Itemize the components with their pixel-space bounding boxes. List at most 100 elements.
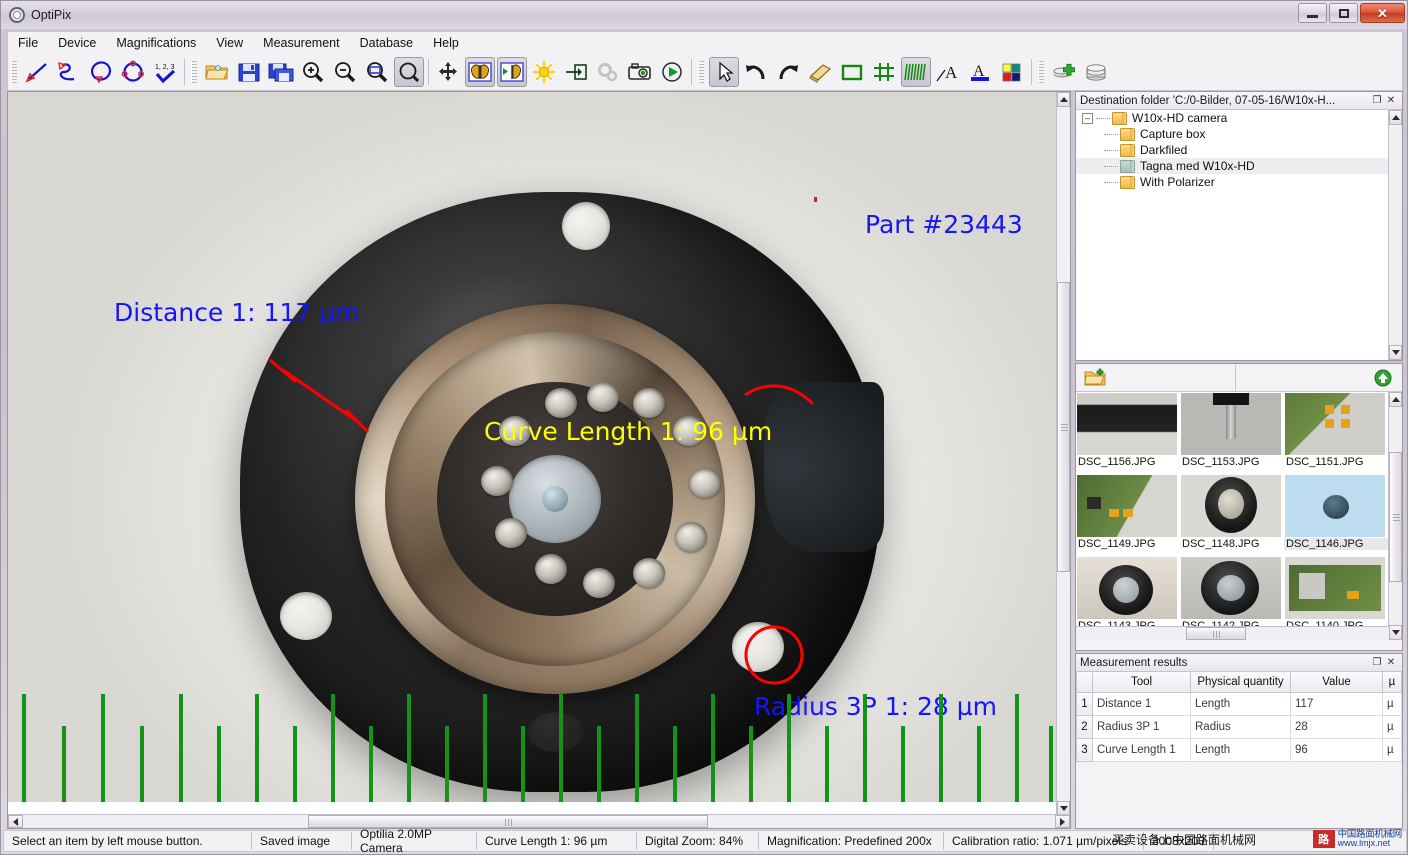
image-canvas[interactable]: Part #23443 Distance 1: 117 µm Curve Len… [7, 91, 1071, 829]
toolbar-grip[interactable] [11, 60, 17, 83]
curve-length-tool[interactable] [54, 57, 84, 87]
thumbnail-item[interactable]: DSC_1149.JPG [1076, 474, 1180, 556]
results-table-container[interactable]: Tool Physical quantity Value µ 1 Distanc… [1076, 672, 1402, 762]
scroll-up-button[interactable] [1057, 92, 1070, 107]
thumbs-scroll-thumb[interactable] [1389, 452, 1402, 582]
maximize-button[interactable] [1329, 3, 1358, 23]
table-row[interactable]: 3 Curve Length 1 Length 96 µ [1076, 737, 1402, 762]
close-button[interactable]: ✕ [1360, 3, 1405, 23]
thumbs-h-scroll-thumb[interactable] [1186, 627, 1246, 640]
col-tool[interactable]: Tool [1092, 672, 1191, 693]
table-row[interactable]: 2 Radius 3P 1 Radius 28 µ [1076, 714, 1402, 739]
tree-expander-icon[interactable]: – [1082, 112, 1093, 124]
watermark-text: 中国路面机械网 www.lmjx.net [1338, 830, 1403, 848]
eraser-button[interactable] [805, 57, 835, 87]
folder-tree[interactable]: – W10x-HD camera Capture box Darkfiled T… [1076, 110, 1402, 360]
curve-length-1-label[interactable]: Curve Length 1: 96 µm [484, 417, 772, 446]
col-value[interactable]: Value [1290, 672, 1383, 693]
count-tool[interactable]: 1, 2, 3 [150, 57, 180, 87]
menu-view[interactable]: View [206, 33, 253, 53]
color-palette-button[interactable] [997, 57, 1027, 87]
thumbs-scroll-up-button[interactable] [1389, 392, 1402, 407]
live-image-button[interactable] [465, 56, 495, 87]
menu-database[interactable]: Database [350, 33, 424, 53]
scroll-right-button[interactable] [1055, 815, 1070, 828]
redo-button[interactable] [773, 57, 803, 87]
tree-item-with-polarizer[interactable]: With Polarizer [1076, 174, 1402, 190]
thumbnail-grid[interactable]: DSC_1156.JPG DSC_1153.JPG DSC_1151.JPG D… [1076, 392, 1402, 640]
database-button[interactable] [1081, 57, 1111, 87]
menu-device[interactable]: Device [48, 33, 106, 53]
line-distance-tool[interactable] [22, 57, 52, 87]
results-table: Tool Physical quantity Value µ 1 Distanc… [1076, 672, 1402, 762]
tree-scroll-down-button[interactable] [1389, 345, 1402, 360]
tree-item-capture-box[interactable]: Capture box [1076, 126, 1402, 142]
vertical-scroll-thumb[interactable] [1057, 282, 1070, 572]
microscope-image[interactable]: Part #23443 Distance 1: 117 µm Curve Len… [8, 92, 1058, 802]
scale-ruler-button[interactable] [901, 56, 931, 87]
new-folder-button[interactable] [1076, 364, 1236, 391]
canvas-vertical-scrollbar[interactable] [1056, 92, 1070, 816]
select-arrow-button[interactable] [709, 56, 739, 87]
save-button[interactable] [234, 57, 264, 87]
add-to-database-button[interactable] [1049, 57, 1079, 87]
thumbnail-item[interactable]: DSC_1148.JPG [1180, 474, 1284, 556]
tree-item-tagna-med-w10x-hd[interactable]: Tagna med W10x-HD [1076, 158, 1402, 174]
toolbar-grip-2[interactable] [191, 60, 197, 83]
status-bar: Select an item by left mouse button. Sav… [3, 827, 1407, 854]
tree-item-darkfiled[interactable]: Darkfiled [1076, 142, 1402, 158]
toolbar-grip-4[interactable] [1038, 60, 1044, 83]
zoom-out-button[interactable] [330, 57, 360, 87]
brightness-button[interactable] [529, 57, 559, 87]
watermark-chinese-text: 买卖设备上中国路面机械网 [1111, 833, 1256, 847]
col-rownum[interactable] [1076, 672, 1093, 693]
distance-1-label[interactable]: Distance 1: 117 µm [114, 298, 359, 327]
settings-button[interactable] [593, 57, 623, 87]
rectangle-button[interactable] [837, 57, 867, 87]
zoom-fit-button[interactable] [362, 57, 392, 87]
col-unit[interactable]: µ [1382, 672, 1402, 693]
save-as-button[interactable] [266, 57, 296, 87]
results-float-button[interactable]: ❐ [1370, 656, 1384, 670]
navigate-up-button[interactable] [1236, 365, 1402, 391]
part-number-label[interactable]: Part #23443 [865, 210, 1023, 239]
thumbnail-item[interactable]: DSC_1153.JPG [1180, 392, 1284, 474]
text-leader-button[interactable]: A [933, 57, 963, 87]
thumbnail-item[interactable]: DSC_1156.JPG [1076, 392, 1180, 474]
text-button[interactable]: A [965, 57, 995, 87]
ellipse-tool[interactable] [86, 57, 116, 87]
thumbs-scroll-down-button[interactable] [1389, 625, 1402, 640]
redo-icon [779, 64, 798, 79]
menu-measurement[interactable]: Measurement [253, 33, 349, 53]
zoom-area-button[interactable] [394, 56, 424, 87]
undo-button[interactable] [741, 57, 771, 87]
zoom-in-button[interactable] [298, 57, 328, 87]
pan-button[interactable] [433, 57, 463, 87]
menu-help[interactable]: Help [423, 33, 469, 53]
col-quantity[interactable]: Physical quantity [1190, 672, 1291, 693]
open-image-button[interactable] [202, 57, 232, 87]
tree-scroll-up-button[interactable] [1389, 110, 1402, 125]
toolbar-grip-3[interactable] [698, 60, 704, 83]
minimize-button[interactable] [1298, 3, 1327, 23]
thumbnail-item[interactable]: DSC_1146.JPG [1284, 474, 1388, 556]
tree-vertical-scrollbar[interactable] [1388, 110, 1402, 360]
snapshot-button[interactable] [625, 57, 655, 87]
import-button[interactable] [561, 57, 591, 87]
canvas-horizontal-scrollbar[interactable] [8, 814, 1070, 828]
scroll-left-button[interactable] [8, 815, 23, 828]
thumbnail-item[interactable]: DSC_1151.JPG [1284, 392, 1388, 474]
results-close-button[interactable]: ✕ [1384, 656, 1398, 670]
thumbnails-vertical-scrollbar[interactable] [1388, 392, 1402, 640]
record-button[interactable] [657, 57, 687, 87]
menu-file[interactable]: File [8, 33, 48, 53]
radius-3p-tool[interactable] [118, 57, 148, 87]
table-row[interactable]: 1 Distance 1 Length 117 µ [1076, 691, 1402, 716]
tree-item-w10x-hd-camera[interactable]: – W10x-HD camera [1076, 110, 1402, 126]
menu-magnifications[interactable]: Magnifications [106, 33, 206, 53]
grid-button[interactable] [869, 57, 899, 87]
destination-float-button[interactable]: ❐ [1370, 94, 1384, 108]
split-view-button[interactable] [497, 56, 527, 87]
thumbnails-horizontal-scrollbar[interactable] [1076, 626, 1389, 640]
destination-close-button[interactable]: ✕ [1384, 94, 1398, 108]
